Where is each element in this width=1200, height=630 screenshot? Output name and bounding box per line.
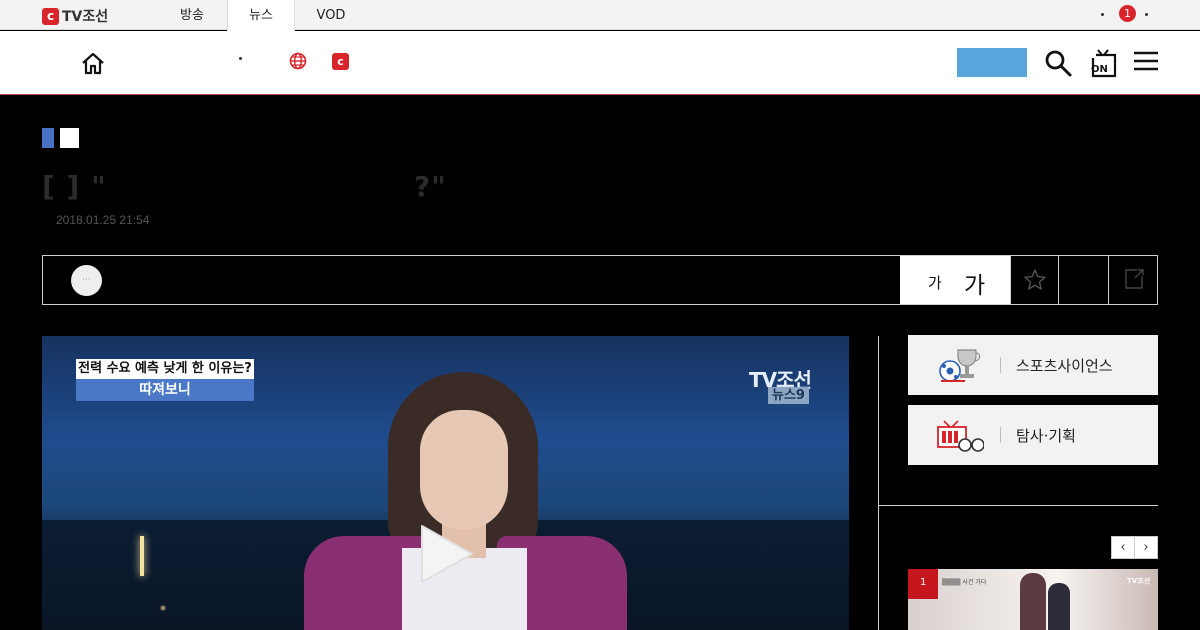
login-button[interactable] xyxy=(957,48,1027,77)
notification-badge[interactable]: 1 xyxy=(1119,5,1136,22)
category-badge-white[interactable] xyxy=(60,128,79,148)
play-icon[interactable] xyxy=(414,522,478,586)
thumb-figure xyxy=(1020,573,1046,630)
category-badge-blue[interactable] xyxy=(42,128,54,148)
anchor-face xyxy=(420,410,508,530)
article-title-open: [ ] " xyxy=(42,170,107,203)
video-caption-bottom: 따져보니 xyxy=(76,379,254,401)
svg-text:ON: ON xyxy=(1091,64,1108,75)
font-size-large-button[interactable]: 가 xyxy=(964,266,985,300)
header-link-dot[interactable] xyxy=(239,57,242,60)
share-icon xyxy=(1125,269,1144,289)
globe-icon[interactable] xyxy=(289,52,307,70)
banner-label: 스포츠사이언스 xyxy=(1016,357,1113,375)
font-size-controls: 가 가 xyxy=(900,256,1010,304)
tvchosun-logo[interactable]: c TV조선 xyxy=(42,6,108,26)
video-caption-top: 전력 수요 예측 낮게 한 이유는? xyxy=(76,359,254,379)
banner-separator xyxy=(1000,357,1001,373)
tv-on-icon[interactable]: ON xyxy=(1088,48,1118,78)
gnb-link-dot[interactable] xyxy=(1145,13,1148,16)
gnb-link-dot[interactable] xyxy=(1101,13,1104,16)
popular-video-thumbnail[interactable]: 1 ▒▒▒▒ 사건 가다 TV조선 xyxy=(908,569,1158,630)
thumb-figure xyxy=(1048,583,1070,630)
carousel-prev-button[interactable]: ‹ xyxy=(1111,536,1135,559)
article-title: [ ] " ?" xyxy=(42,170,446,203)
rank-badge: 1 xyxy=(908,569,938,599)
site-header: c ON xyxy=(0,31,1200,95)
video-watermark-sub: 뉴스9 xyxy=(768,387,809,404)
home-icon[interactable] xyxy=(80,51,106,75)
tab-broadcast[interactable]: 방송 xyxy=(168,0,216,30)
banner-sports-science[interactable]: 스포츠사이언스 xyxy=(908,335,1158,395)
sidebar-divider xyxy=(878,336,879,630)
thumb-watermark: TV조선 xyxy=(1127,577,1151,585)
banner-label: 탐사·기획 xyxy=(1016,427,1076,445)
toolbar-button[interactable] xyxy=(1058,256,1108,304)
banner-investigation[interactable]: 탐사·기획 xyxy=(908,405,1158,465)
tab-vod[interactable]: VOD xyxy=(306,0,356,30)
tvchosun-logo-mark-icon: c xyxy=(42,7,59,25)
carousel-next-button[interactable]: › xyxy=(1134,536,1158,559)
article-date: 2018.01.25 21:54 xyxy=(56,213,150,227)
reporter-avatar[interactable]: ··· xyxy=(71,265,102,296)
sidebar-rule xyxy=(878,505,1158,506)
namsan-tower-light xyxy=(140,536,144,576)
global-nav-bar: c TV조선 방송 뉴스 VOD 1 xyxy=(0,0,1200,31)
menu-icon[interactable] xyxy=(1133,50,1159,74)
tab-news[interactable]: 뉴스 xyxy=(227,0,295,31)
star-icon xyxy=(1024,269,1046,290)
article-toolbar: ··· 가 가 xyxy=(42,255,1158,305)
bookmark-button[interactable] xyxy=(1010,256,1058,304)
video-player[interactable]: 전력 수요 예측 낮게 한 이유는? 따져보니 TV조선 뉴스9 xyxy=(42,336,849,630)
tvchosun-icon[interactable]: c xyxy=(332,53,349,70)
thumb-caption: ▒▒▒▒ 사건 가다 xyxy=(942,579,987,586)
article-title-close: ?" xyxy=(414,170,447,203)
tv-glasses-icon xyxy=(937,420,984,452)
banner-separator xyxy=(1000,427,1001,443)
logo-text: TV조선 xyxy=(62,9,109,25)
share-button[interactable] xyxy=(1108,256,1158,304)
sports-trophy-icon xyxy=(939,349,981,382)
font-size-small-button[interactable]: 가 xyxy=(928,272,942,293)
search-icon[interactable] xyxy=(1044,49,1072,77)
